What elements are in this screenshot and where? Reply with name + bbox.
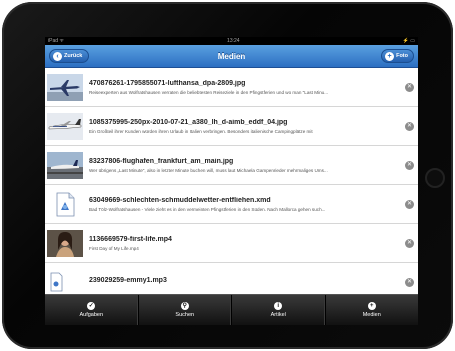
status-bar: iPad ᯤ 13:24 ⚡ ▭ xyxy=(45,37,418,45)
tab-bar: ✓ Aufgaben ⚲ Suchen i Artikel + Medien xyxy=(45,294,418,325)
status-battery: ⚡ ▭ xyxy=(402,38,415,44)
info-icon: i xyxy=(274,302,283,310)
a380-photo-thumbnail xyxy=(47,112,83,140)
media-item-subtitle: Ein Großteil ihrer Kunden würden ihren U… xyxy=(89,128,313,134)
media-item-title: 83237806-flughafen_frankfurt_am_main.jpg xyxy=(89,157,234,165)
media-item[interactable]: 1085375995-250px-2010-07-21_a380_lh_d-ai… xyxy=(45,107,418,146)
xmd-document-icon xyxy=(47,190,83,218)
tab-label: Aufgaben xyxy=(79,312,104,318)
page-title: Medien xyxy=(217,51,246,61)
check-icon: ✓ xyxy=(87,302,96,310)
status-carrier: iPad ᯤ xyxy=(48,38,64,44)
media-item[interactable]: 63049669-schlechten-schmuddelwetter-entf… xyxy=(45,185,418,224)
back-button-label: Zurück xyxy=(64,53,83,59)
navigation-bar: ‹ Zurück Medien + Foto xyxy=(45,45,418,68)
home-button[interactable] xyxy=(425,168,445,188)
media-item-title: 1136669579-first-life.mp4 xyxy=(89,235,172,243)
media-item[interactable]: 470876261-1795855071-lufthansa_dpa-2809.… xyxy=(45,68,418,107)
media-item-subtitle: Reiseexperten aus Wolfratshausen verrate… xyxy=(89,89,329,95)
media-item-title: 63049669-schlechten-schmuddelwetter-entf… xyxy=(89,196,271,204)
delete-icon[interactable]: ✕ xyxy=(405,238,414,248)
chevron-left-icon: ‹ xyxy=(53,51,62,61)
tab-label: Artikel xyxy=(270,312,286,318)
media-item-title: 470876261-1795855071-lufthansa_dpa-2809.… xyxy=(89,79,246,87)
back-button[interactable]: ‹ Zurück xyxy=(49,49,90,63)
media-list: 470876261-1795855071-lufthansa_dpa-2809.… xyxy=(45,68,418,302)
delete-icon[interactable]: ✕ xyxy=(405,160,414,170)
search-icon: ⚲ xyxy=(180,302,189,310)
tab-artikel[interactable]: i Artikel xyxy=(232,295,326,325)
delete-icon[interactable]: ✕ xyxy=(405,121,414,131)
tab-aufgaben[interactable]: ✓ Aufgaben xyxy=(45,295,139,325)
screen: iPad ᯤ 13:24 ⚡ ▭ ‹ Zurück Medien + Foto xyxy=(45,37,418,325)
add-photo-button[interactable]: + Foto xyxy=(381,49,414,63)
plus-icon: + xyxy=(367,302,376,310)
media-item-title: 1085375995-250px-2010-07-21_a380_lh_d-ai… xyxy=(89,118,288,126)
delete-icon[interactable]: ✕ xyxy=(405,277,414,287)
tab-label: Medien xyxy=(362,312,381,318)
delete-icon[interactable]: ✕ xyxy=(405,82,414,92)
audio-file-icon xyxy=(47,268,83,296)
delete-icon[interactable]: ✕ xyxy=(405,199,414,209)
media-item[interactable]: 1136669579-first-life.mp4 First Day of M… xyxy=(45,224,418,263)
video-woman-photo-thumbnail xyxy=(47,229,83,257)
media-item[interactable]: 83237806-flughafen_frankfurt_am_main.jpg… xyxy=(45,146,418,185)
tab-medien[interactable]: + Medien xyxy=(326,295,419,325)
status-time: 13:24 xyxy=(227,38,240,44)
ipad-frame: iPad ᯤ 13:24 ⚡ ▭ ‹ Zurück Medien + Foto xyxy=(2,2,453,349)
airport-photo-thumbnail xyxy=(47,151,83,179)
add-photo-label: Foto xyxy=(396,53,408,59)
tab-suchen[interactable]: ⚲ Suchen xyxy=(139,295,232,325)
plane-photo-thumbnail xyxy=(47,73,83,101)
media-item-subtitle: First Day of My Life.mp4 xyxy=(89,245,139,251)
tab-label: Suchen xyxy=(175,312,195,318)
media-item-subtitle: Wer übrigens „Last Minute", also in letz… xyxy=(89,167,328,173)
plus-icon: + xyxy=(385,51,395,61)
media-item-title: 239029259-emmy1.mp3 xyxy=(89,277,167,284)
media-item-subtitle: Bad Tölz-Wolfratshausen - Viele zieht es… xyxy=(89,206,326,212)
